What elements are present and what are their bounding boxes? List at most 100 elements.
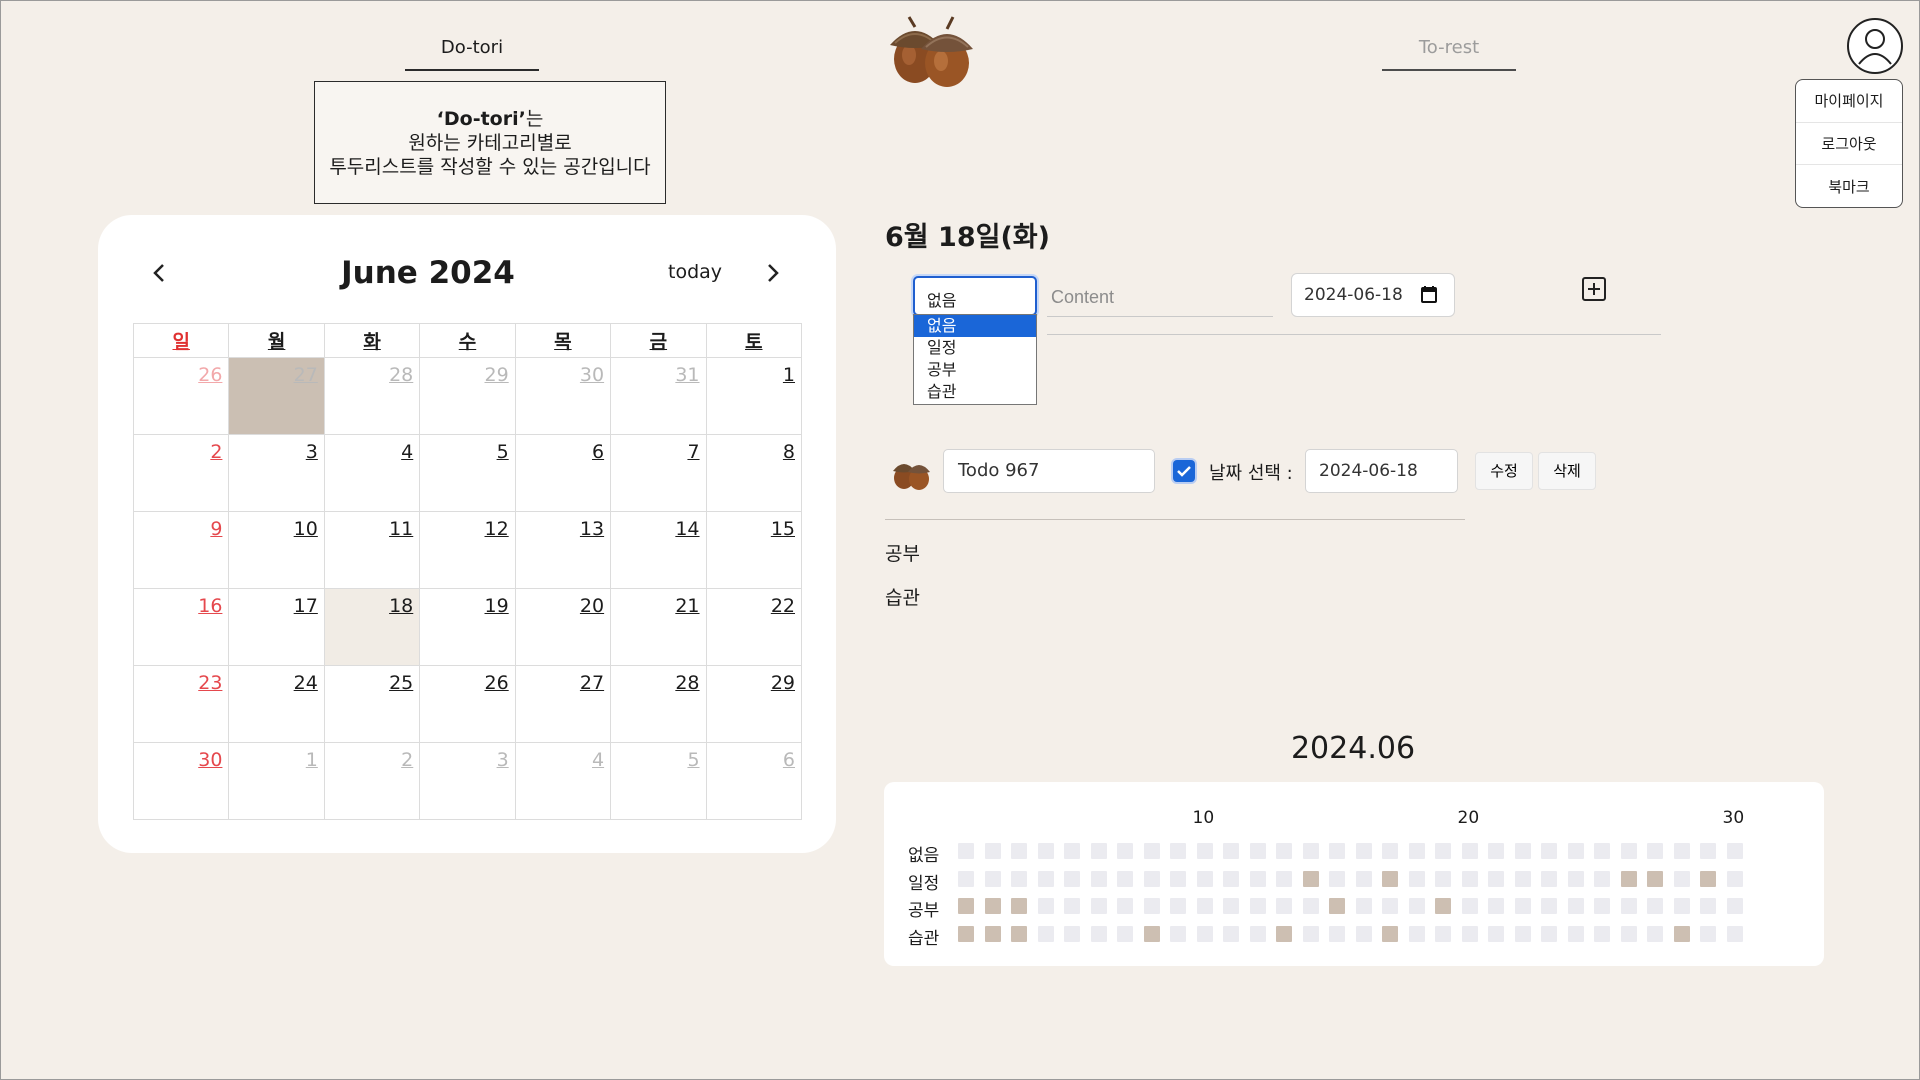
heatmap-cell xyxy=(1461,925,1478,942)
category-option[interactable]: 습관 xyxy=(914,381,1036,403)
heatmap-cell xyxy=(1302,898,1319,914)
calendar-day[interactable]: 2 xyxy=(132,434,230,512)
next-month-button[interactable] xyxy=(758,255,788,291)
calendar-title: June 2024 xyxy=(341,255,515,291)
calendar-day[interactable]: 8 xyxy=(705,434,803,512)
heatmap-cell xyxy=(1594,870,1610,887)
calendar-day[interactable]: 6 xyxy=(705,742,803,820)
today-button[interactable]: today xyxy=(668,261,722,283)
nav-tab-to-rest[interactable]: To-rest xyxy=(1382,33,1516,71)
calendar-day[interactable]: 6 xyxy=(514,434,612,512)
calendar-day[interactable]: 11 xyxy=(323,511,421,589)
prev-month-button[interactable] xyxy=(144,255,174,291)
calendar-day[interactable]: 1 xyxy=(228,742,325,820)
calendar-day[interactable]: 15 xyxy=(705,511,803,589)
profile-menu: 마이페이지 로그아웃 북마크 xyxy=(1795,79,1903,208)
heatmap-cell xyxy=(1196,870,1213,887)
heatmap-cell xyxy=(1355,843,1372,859)
plus-square-icon[interactable] xyxy=(1581,276,1607,302)
heatmap-cell xyxy=(1276,870,1292,887)
calendar-day[interactable]: 1 xyxy=(705,357,803,435)
edit-button[interactable]: 수정 xyxy=(1475,452,1533,490)
calendar-day[interactable]: 17 xyxy=(228,588,325,666)
calendar-day[interactable]: 26 xyxy=(419,665,516,743)
heatmap-cell xyxy=(1435,870,1451,887)
calendar-day[interactable]: 7 xyxy=(610,434,707,512)
todo-date-input[interactable]: 2024-06-18 xyxy=(1305,449,1458,493)
description-line-1: ‘Do-tori’는 xyxy=(437,107,544,131)
group-label-study: 공부 xyxy=(885,543,920,565)
calendar-day[interactable]: 29 xyxy=(419,357,516,435)
calendar-day[interactable]: 10 xyxy=(228,511,325,589)
todo-checkbox[interactable] xyxy=(1173,460,1195,482)
calendar-day[interactable]: 16 xyxy=(132,588,230,666)
calendar-day[interactable]: 23 xyxy=(132,665,230,743)
calendar-day-selected[interactable]: 27 xyxy=(228,357,325,435)
heatmap-cell xyxy=(1541,870,1557,887)
calendar-day[interactable]: 28 xyxy=(323,357,421,435)
calendar-day[interactable]: 5 xyxy=(419,434,516,512)
calendar-day[interactable]: 22 xyxy=(705,588,803,666)
heatmap-cell xyxy=(1223,870,1239,887)
calendar-day-today[interactable]: 18 xyxy=(323,588,421,666)
user-icon xyxy=(1858,29,1892,65)
category-option[interactable]: 공부 xyxy=(914,359,1036,381)
calendar-day[interactable]: 13 xyxy=(514,511,612,589)
calendar-day[interactable]: 28 xyxy=(610,665,707,743)
heatmap-cell xyxy=(1196,843,1213,859)
weekday-header: 화 xyxy=(323,323,421,358)
calendar-icon[interactable] xyxy=(1421,285,1437,303)
acorn-logo-icon[interactable] xyxy=(881,13,985,89)
calendar-day[interactable]: 30 xyxy=(132,742,230,820)
calendar-day[interactable]: 21 xyxy=(610,588,707,666)
calendar-day[interactable]: 9 xyxy=(132,511,230,589)
calendar-day[interactable]: 25 xyxy=(323,665,421,743)
category-option[interactable]: 일정 xyxy=(914,337,1036,359)
content-input[interactable] xyxy=(1047,279,1273,317)
menu-item-bookmark[interactable]: 북마크 xyxy=(1796,165,1902,207)
delete-button[interactable]: 삭제 xyxy=(1538,452,1596,490)
calendar-day[interactable]: 24 xyxy=(228,665,325,743)
heatmap-cell xyxy=(1329,843,1345,859)
calendar-day[interactable]: 20 xyxy=(514,588,612,666)
heatmap-row-label: 공부 xyxy=(908,901,940,921)
heatmap-cell xyxy=(1276,898,1292,914)
heatmap-cell xyxy=(1064,843,1080,859)
menu-item-mypage[interactable]: 마이페이지 xyxy=(1796,80,1902,123)
heatmap-cell xyxy=(1700,925,1716,942)
calendar-day[interactable]: 26 xyxy=(132,357,230,435)
calendar-day[interactable]: 27 xyxy=(514,665,612,743)
heatmap-cell xyxy=(1090,843,1107,859)
heatmap-cell xyxy=(1249,925,1266,942)
brand-name: ‘Do-tori’ xyxy=(436,107,526,130)
calendar-day[interactable]: 31 xyxy=(610,357,707,435)
calendar-day[interactable]: 4 xyxy=(323,434,421,512)
category-option[interactable]: 없음 xyxy=(914,315,1036,337)
calendar-day[interactable]: 30 xyxy=(514,357,612,435)
nav-tab-do-tori[interactable]: Do-tori xyxy=(405,33,539,71)
heatmap-cell xyxy=(1064,925,1080,942)
profile-avatar-button[interactable] xyxy=(1847,18,1903,74)
calendar-day[interactable]: 14 xyxy=(610,511,707,589)
heatmap-cell xyxy=(1541,843,1557,859)
heatmap-cell xyxy=(1143,898,1160,914)
heatmap-cell xyxy=(1355,898,1372,914)
calendar-day[interactable]: 19 xyxy=(419,588,516,666)
calendar-day[interactable]: 29 xyxy=(705,665,803,743)
calendar-day[interactable]: 12 xyxy=(419,511,516,589)
calendar-day[interactable]: 5 xyxy=(610,742,707,820)
calendar-week: 2 3 4 5 6 7 8 xyxy=(132,434,803,512)
calendar-day[interactable]: 4 xyxy=(514,742,612,820)
heatmap-cell xyxy=(958,898,974,914)
heatmap-cell xyxy=(1514,870,1531,887)
category-select[interactable]: 없음 xyxy=(913,276,1037,316)
heatmap-cell xyxy=(1726,843,1743,859)
todo-title-input[interactable]: Todo 967 xyxy=(943,449,1155,493)
calendar-day[interactable]: 3 xyxy=(419,742,516,820)
calendar-day[interactable]: 2 xyxy=(323,742,421,820)
heatmap-cell xyxy=(1196,898,1213,914)
heatmap-cell xyxy=(1461,870,1478,887)
menu-item-logout[interactable]: 로그아웃 xyxy=(1796,123,1902,166)
heatmap-cell xyxy=(1514,843,1531,859)
calendar-day[interactable]: 3 xyxy=(228,434,325,512)
